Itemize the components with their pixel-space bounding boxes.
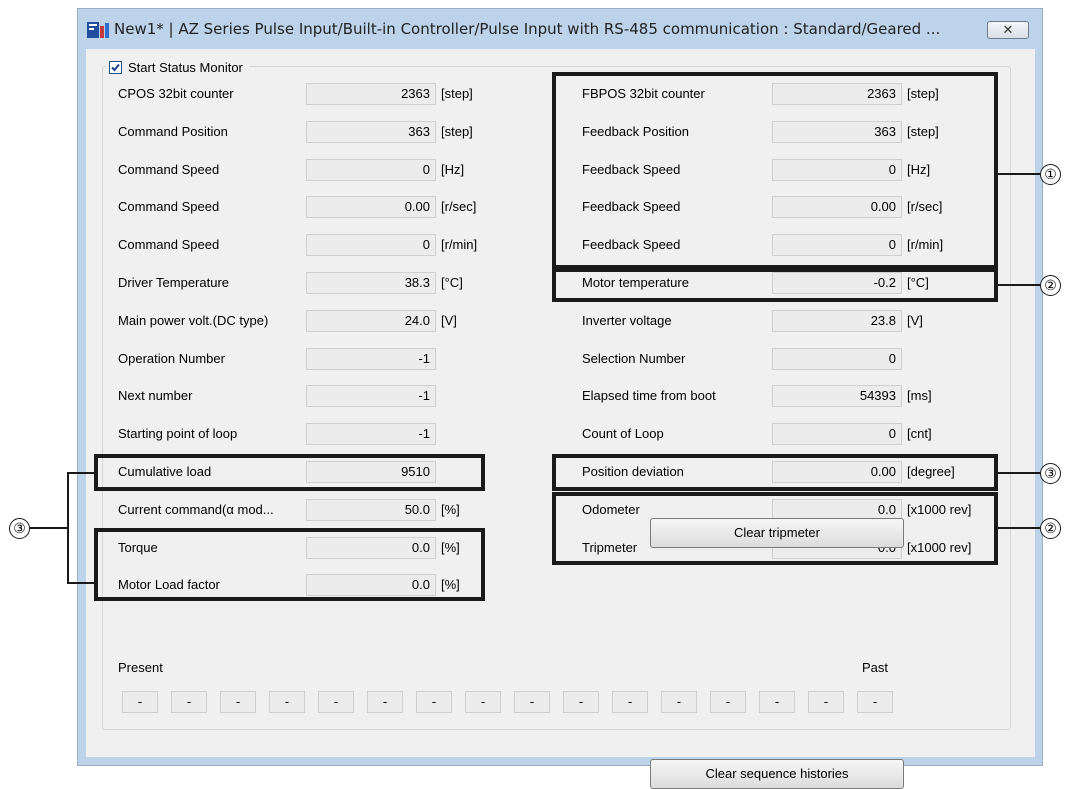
history-slot: - — [514, 691, 550, 713]
history-slot: - — [318, 691, 354, 713]
callout-1: ① — [1040, 164, 1061, 185]
left-label: Command Speed — [118, 161, 220, 177]
history-slot: - — [220, 691, 256, 713]
callout-line-3a — [30, 527, 67, 529]
history-slot: - — [808, 691, 844, 713]
history-slot: - — [661, 691, 697, 713]
highlight-feedback-group — [552, 72, 998, 272]
left-label: Main power volt.(DC type) — [118, 312, 269, 328]
left-label: Command Speed — [118, 237, 220, 253]
right-value-field: 0 — [772, 423, 902, 446]
right-unit: [cnt] — [907, 426, 932, 442]
right-label: Count of Loop — [582, 426, 664, 442]
window-title: New1* | AZ Series Pulse Input/Built-in C… — [114, 20, 941, 38]
history-present-label: Present — [118, 660, 163, 675]
history-slot: - — [416, 691, 452, 713]
history-past-label: Past — [862, 660, 889, 675]
callout-line-1 — [998, 173, 1040, 175]
callout-3a: ③ — [9, 518, 30, 539]
left-label: Next number — [118, 388, 193, 404]
left-value-field: -1 — [306, 385, 436, 408]
left-label: Current command(α mod... — [118, 501, 274, 517]
history-slot: - — [710, 691, 746, 713]
right-value-field: 23.8 — [772, 309, 902, 332]
left-label: Command Position — [118, 123, 228, 139]
right-label: Elapsed time from boot — [582, 388, 716, 404]
left-unit: [%] — [441, 501, 460, 517]
highlight-torque-load — [94, 528, 485, 601]
history-slot: - — [759, 691, 795, 713]
left-unit: [°C] — [441, 275, 463, 290]
highlight-motor-temperature — [552, 265, 998, 302]
left-label: Driver Temperature — [118, 275, 230, 290]
callout-3b: ③ — [1040, 463, 1061, 484]
right-value-field: 54393 — [772, 385, 902, 408]
close-button[interactable]: ✕ — [987, 21, 1029, 39]
right-label: Selection Number — [582, 350, 686, 366]
left-label: Command Speed — [118, 199, 220, 215]
left-value-field: 0.00 — [306, 196, 436, 219]
highlight-odometer-tripmeter — [552, 492, 998, 565]
left-value-field: -1 — [306, 347, 436, 370]
left-unit: [Hz] — [441, 161, 465, 177]
left-value-field: 24.0 — [306, 309, 436, 332]
left-value-field: 363 — [306, 120, 436, 143]
title-bar[interactable]: New1* | AZ Series Pulse Input/Built-in C… — [78, 9, 1042, 49]
history-slot: - — [612, 691, 648, 713]
left-label: CPOS 32bit counter — [118, 86, 234, 101]
left-unit: [r/sec] — [441, 199, 477, 215]
left-label: Operation Number — [118, 350, 225, 366]
callout-2a: ② — [1040, 275, 1061, 296]
right-unit: [V] — [907, 312, 923, 328]
left-unit: [step] — [441, 86, 473, 101]
start-status-monitor-checkbox[interactable]: Start Status Monitor — [106, 58, 249, 76]
history-slot: - — [269, 691, 305, 713]
clear-sequence-histories-button[interactable]: Clear sequence histories — [650, 759, 904, 789]
left-value-field: 0 — [306, 234, 436, 257]
close-icon: ✕ — [1002, 22, 1014, 37]
left-unit: [V] — [441, 312, 457, 328]
left-value-field: 0 — [306, 158, 436, 181]
left-value-field: 50.0 — [306, 498, 436, 521]
history-slot: - — [465, 691, 501, 713]
callout-line-2b — [998, 527, 1040, 529]
left-unit: [r/min] — [441, 237, 478, 253]
history-slot: - — [122, 691, 158, 713]
bracket-3-vertical — [67, 472, 69, 583]
callout-2b: ② — [1040, 518, 1061, 539]
bracket-3-bottom — [67, 582, 94, 584]
callout-line-3b — [998, 472, 1040, 474]
right-unit: [ms] — [907, 388, 932, 404]
history-slot: - — [171, 691, 207, 713]
history-slot: - — [857, 691, 893, 713]
left-value-field: 38.3 — [306, 272, 436, 294]
history-slot: - — [563, 691, 599, 713]
highlight-cumulative-load — [94, 454, 485, 491]
callout-line-2a — [998, 284, 1040, 286]
highlight-position-deviation — [552, 454, 998, 491]
right-label: Inverter voltage — [582, 312, 672, 328]
right-value-field: 0 — [772, 347, 902, 370]
left-label: Starting point of loop — [118, 426, 238, 442]
left-unit: [step] — [441, 123, 473, 139]
history-slot: - — [367, 691, 403, 713]
app-icon — [87, 22, 109, 38]
start-status-monitor-label: Start Status Monitor — [128, 59, 243, 75]
left-value-field: -1 — [306, 423, 436, 446]
checkbox-checked-icon[interactable] — [109, 60, 122, 74]
bracket-3-top — [67, 472, 94, 474]
left-value-field: 2363 — [306, 83, 436, 105]
